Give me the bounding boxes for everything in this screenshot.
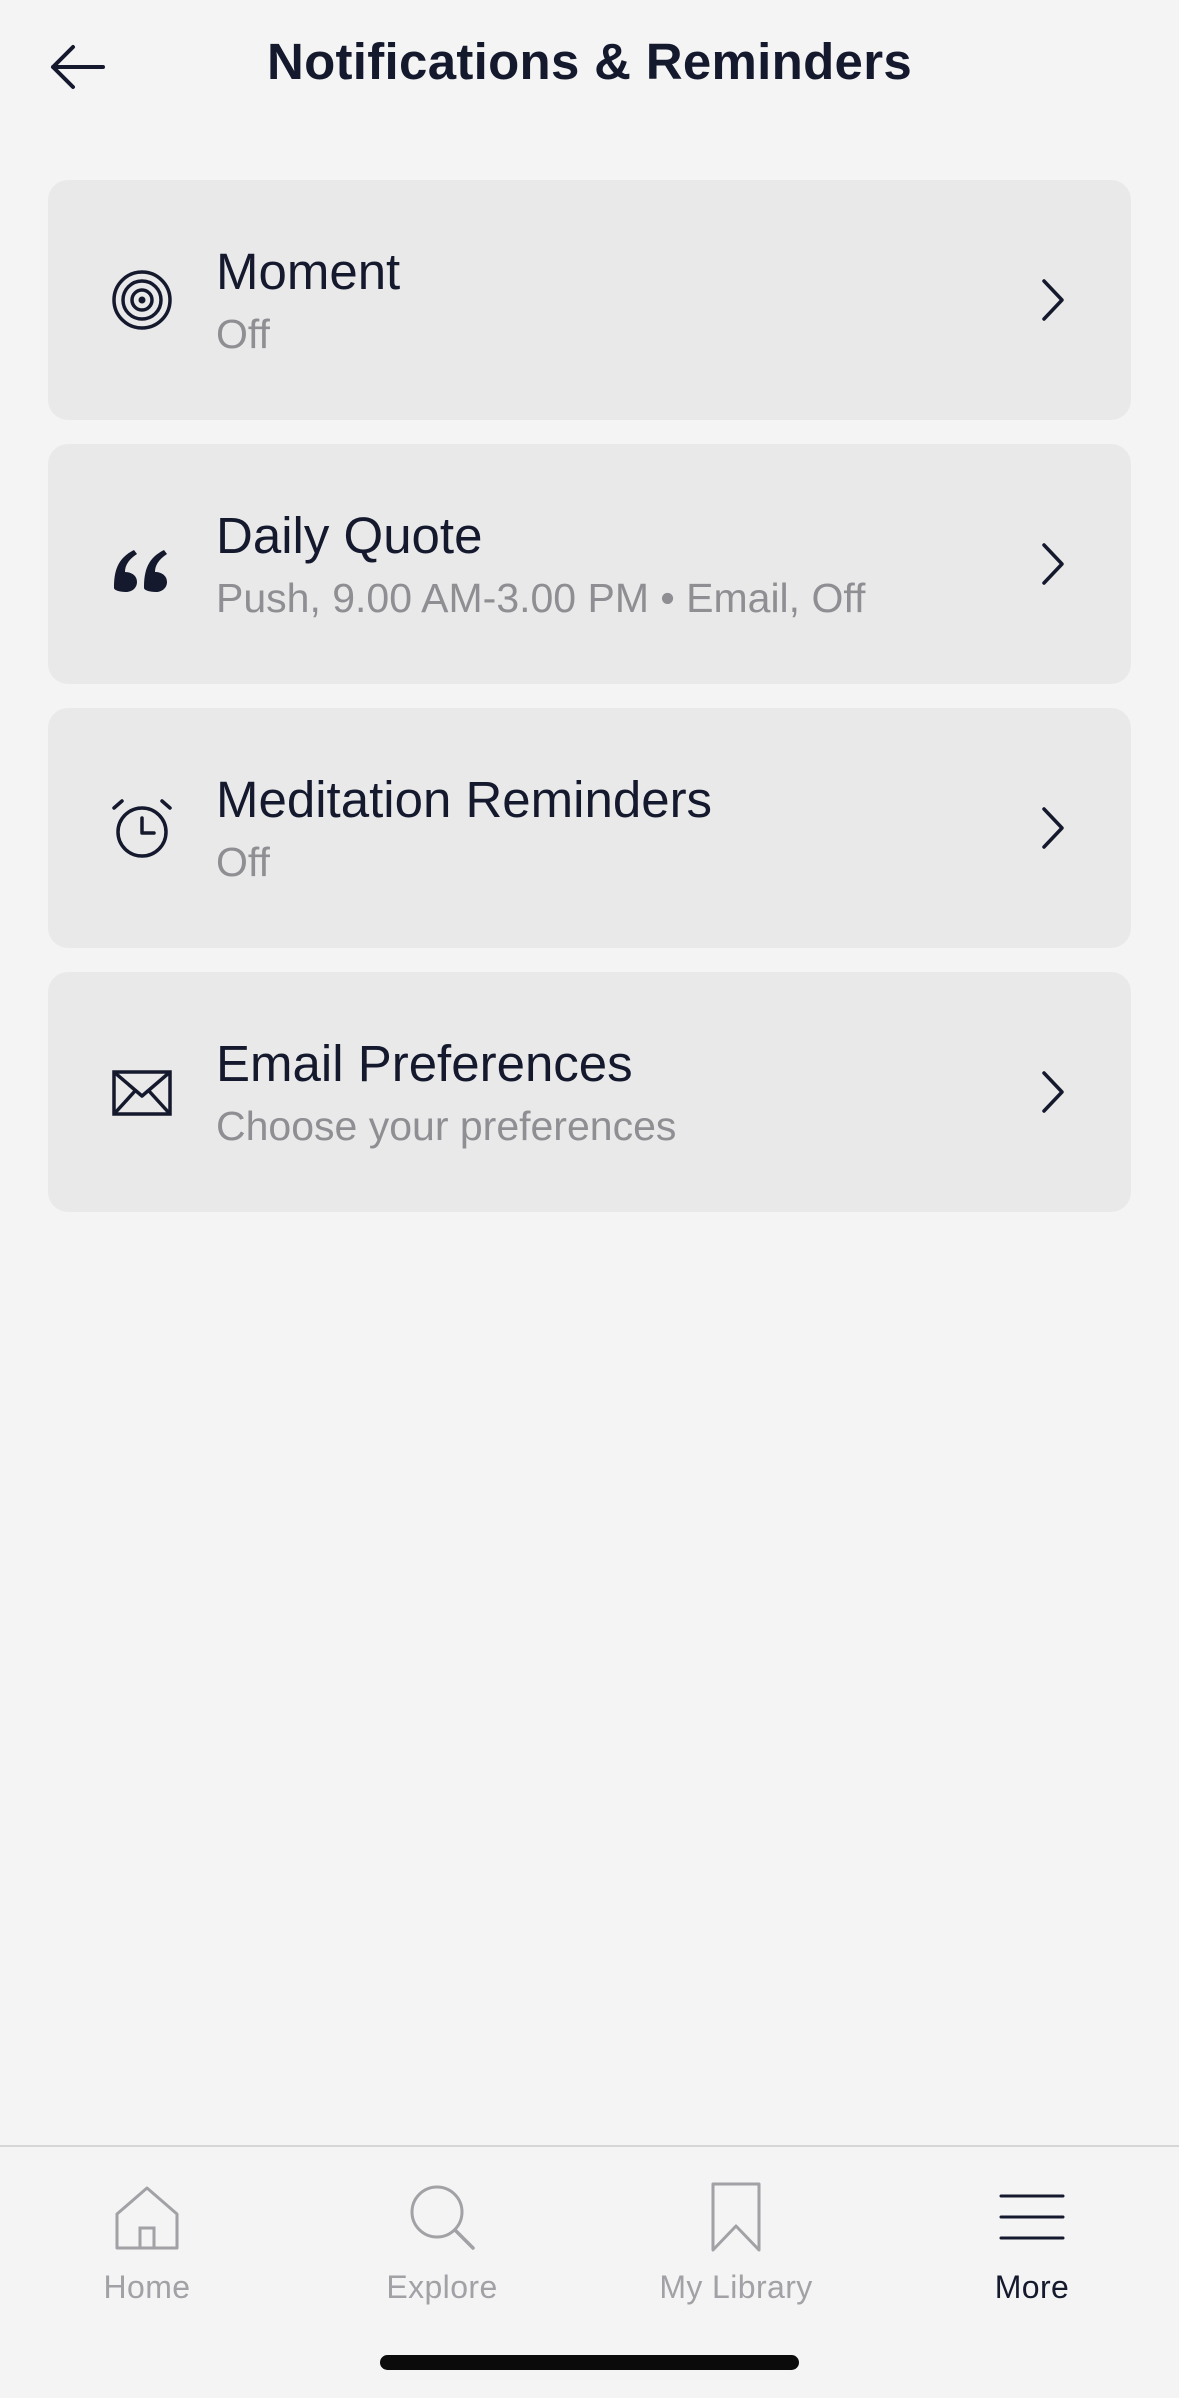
tab-home-label: Home bbox=[103, 2269, 191, 2305]
menu-icon bbox=[992, 2177, 1072, 2257]
tab-my-library[interactable]: My Library bbox=[616, 2177, 856, 2327]
daily-quote-title: Daily Quote bbox=[216, 506, 483, 564]
tab-explore-label: Explore bbox=[386, 2269, 498, 2305]
moment-status: Off bbox=[216, 311, 270, 357]
chevron-right-icon bbox=[1035, 275, 1071, 325]
header: Notifications & Reminders bbox=[0, 0, 1179, 135]
home-icon bbox=[107, 2177, 187, 2257]
target-icon bbox=[110, 268, 174, 332]
tab-more[interactable]: More bbox=[912, 2177, 1152, 2327]
page-title: Notifications & Reminders bbox=[266, 33, 913, 90]
email-preferences-subtitle: Choose your preferences bbox=[216, 1103, 677, 1149]
alarm-clock-icon bbox=[110, 796, 174, 860]
email-preferences-setting[interactable]: Email Preferences Choose your preference… bbox=[48, 972, 1131, 1212]
meditation-reminders-title: Meditation Reminders bbox=[216, 770, 713, 828]
daily-quote-setting[interactable]: Daily Quote Push, 9.00 AM-3.00 PM • Emai… bbox=[48, 444, 1131, 684]
chevron-right-icon bbox=[1035, 539, 1071, 589]
tab-explore[interactable]: Explore bbox=[322, 2177, 562, 2327]
daily-quote-status: Push, 9.00 AM-3.00 PM • Email, Off bbox=[216, 575, 866, 621]
tab-home[interactable]: Home bbox=[27, 2177, 267, 2327]
search-icon bbox=[402, 2177, 482, 2257]
tab-more-label: More bbox=[994, 2269, 1070, 2305]
envelope-icon bbox=[110, 1060, 174, 1124]
home-indicator bbox=[380, 2355, 799, 2370]
meditation-reminders-status: Off bbox=[216, 839, 270, 885]
chevron-right-icon bbox=[1035, 803, 1071, 853]
moment-setting[interactable]: Moment Off bbox=[48, 180, 1131, 420]
tab-my-library-label: My Library bbox=[659, 2269, 813, 2305]
email-preferences-title: Email Preferences bbox=[216, 1034, 633, 1092]
bookmark-icon bbox=[696, 2177, 776, 2257]
meditation-reminders-setting[interactable]: Meditation Reminders Off bbox=[48, 708, 1131, 948]
quote-icon bbox=[110, 532, 174, 596]
moment-title: Moment bbox=[216, 242, 401, 300]
settings-list: Moment Off Daily Quote Push, 9.00 AM-3.0… bbox=[48, 180, 1131, 1236]
chevron-right-icon bbox=[1035, 1067, 1071, 1117]
